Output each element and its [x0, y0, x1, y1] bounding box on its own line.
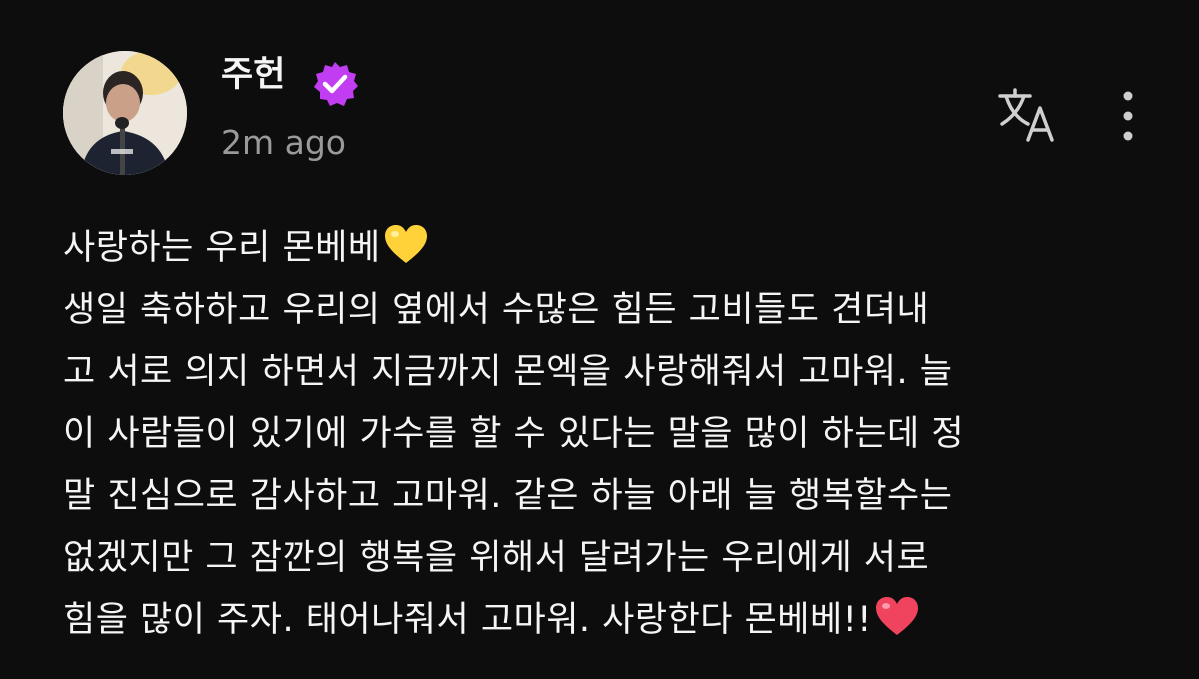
avatar[interactable] — [63, 51, 187, 175]
post-line: 힘을 많이 주자. 태어나줘서 고마워. 사랑한다 몬베베!! — [63, 589, 1173, 651]
post-line: 고 서로 의지 하면서 지금까지 몬엑을 사랑해줘서 고마워. 늘 — [63, 352, 953, 392]
post-line-text: 힘을 많이 주자. 태어나줘서 고마워. 사랑한다 몬베베!! — [63, 600, 872, 640]
post-line-text: 사랑하는 우리 몬베베 — [63, 228, 381, 268]
post-line: 이 사람들이 있기에 가수를 할 수 있다는 말을 많이 하는데 정 — [63, 414, 965, 454]
timestamp: 2m ago — [221, 123, 346, 162]
post-line: 없겠지만 그 잠깐의 행복을 위해서 달려가는 우리에게 서로 — [63, 538, 930, 578]
avatar-photo — [63, 51, 187, 175]
red-heart-emoji — [875, 597, 918, 635]
comment-post: 주헌 2m ago 사랑하는 우리 몬베베 생일 축하하고 우리의 옆에서 수많… — [0, 0, 1199, 679]
yellow-heart-emoji — [384, 225, 427, 263]
post-line: 생일 축하하고 우리의 옆에서 수많은 힘든 고비들도 견뎌내 — [63, 290, 930, 330]
post-body: 사랑하는 우리 몬베베 생일 축하하고 우리의 옆에서 수많은 힘든 고비들도 … — [63, 217, 1173, 651]
author-name[interactable]: 주헌 — [221, 58, 285, 93]
translate-button[interactable] — [996, 86, 1060, 146]
more-options-button[interactable] — [1110, 88, 1146, 144]
post-line: 말 진심으로 감사하고 고마워. 같은 하늘 아래 늘 행복할수는 — [63, 476, 953, 516]
verified-badge-icon — [314, 62, 358, 106]
post-line: 사랑하는 우리 몬베베 — [63, 217, 1173, 279]
more-vertical-icon — [1123, 91, 1133, 141]
translate-icon — [998, 88, 1054, 142]
